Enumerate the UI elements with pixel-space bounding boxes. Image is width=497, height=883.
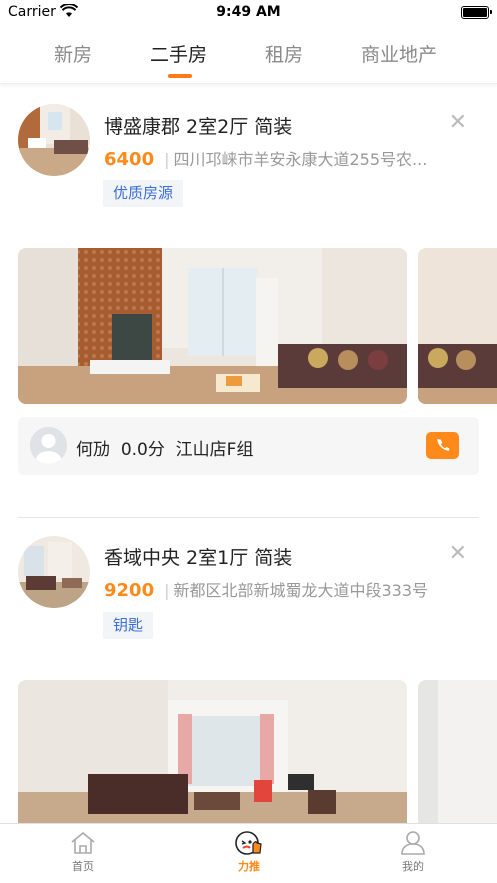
nav-profile[interactable]: 我的 xyxy=(383,830,443,874)
close-icon[interactable]: ✕ xyxy=(449,543,467,565)
separator: | xyxy=(164,150,170,169)
listing-photo-next[interactable] xyxy=(418,248,497,404)
listing-thumbnail[interactable] xyxy=(18,536,90,608)
listing-photo[interactable] xyxy=(18,248,407,404)
agent-avatar[interactable] xyxy=(30,427,67,464)
profile-icon xyxy=(401,831,425,855)
agent-store: 江山店F组 xyxy=(175,440,254,460)
price-address-row: 6400 | 四川邛崃市羊安永康大道255号农... xyxy=(104,146,427,170)
recommend-icon xyxy=(235,831,262,855)
listing-title[interactable]: 博盛康郡 2室2厅 简装 xyxy=(104,112,292,139)
battery-icon xyxy=(461,6,492,19)
call-button[interactable] xyxy=(426,432,459,459)
listing-title[interactable]: 香域中央 2室1厅 简装 xyxy=(104,543,292,570)
close-icon[interactable]: ✕ xyxy=(449,112,467,134)
nav-home[interactable]: 首页 xyxy=(53,830,113,874)
agent-score: 0.0分 xyxy=(120,440,165,460)
listing-photo[interactable] xyxy=(18,680,407,830)
agent-info: 何劢 0.0分 江山店F组 xyxy=(76,435,253,460)
nav-profile-label: 我的 xyxy=(402,860,424,873)
listing-tag: 优质房源 xyxy=(103,180,184,207)
listing-price: 9200 xyxy=(104,580,155,601)
home-icon xyxy=(71,832,95,854)
clock: 9:49 AM xyxy=(216,4,281,20)
status-bar: Carrier 9:49 AM xyxy=(0,0,497,26)
listing-address: 新都区北部新城蜀龙大道中段333号 xyxy=(173,581,429,600)
listing-divider xyxy=(18,517,479,518)
listing-thumbnail[interactable] xyxy=(18,104,90,176)
nav-home-label: 首页 xyxy=(72,860,94,873)
price-address-row: 9200 | 新都区北部新城蜀龙大道中段333号 xyxy=(104,577,428,601)
listing-price: 6400 xyxy=(104,149,155,170)
bottom-tab-bar: 首页 力推 我的 xyxy=(0,823,497,883)
tab-second-hand[interactable]: 二手房 xyxy=(150,40,207,67)
agent-name: 何劢 xyxy=(76,440,110,460)
tab-rent[interactable]: 租房 xyxy=(265,40,303,67)
category-tabs: 新房 二手房 租房 商业地产 xyxy=(0,26,497,84)
separator: | xyxy=(164,581,170,600)
active-tab-indicator xyxy=(168,74,192,78)
listing-address: 四川邛崃市羊安永康大道255号农... xyxy=(173,150,428,169)
tab-commercial[interactable]: 商业地产 xyxy=(361,40,437,67)
phone-icon xyxy=(437,439,450,451)
tab-new-house[interactable]: 新房 xyxy=(54,40,92,67)
nav-recommend-label: 力推 xyxy=(238,860,260,873)
agent-bar[interactable]: 何劢 0.0分 江山店F组 xyxy=(18,417,479,475)
listing-photo-next[interactable] xyxy=(418,680,497,830)
listing-tag: 钥匙 xyxy=(103,612,154,639)
nav-recommend[interactable]: 力推 xyxy=(219,830,279,874)
